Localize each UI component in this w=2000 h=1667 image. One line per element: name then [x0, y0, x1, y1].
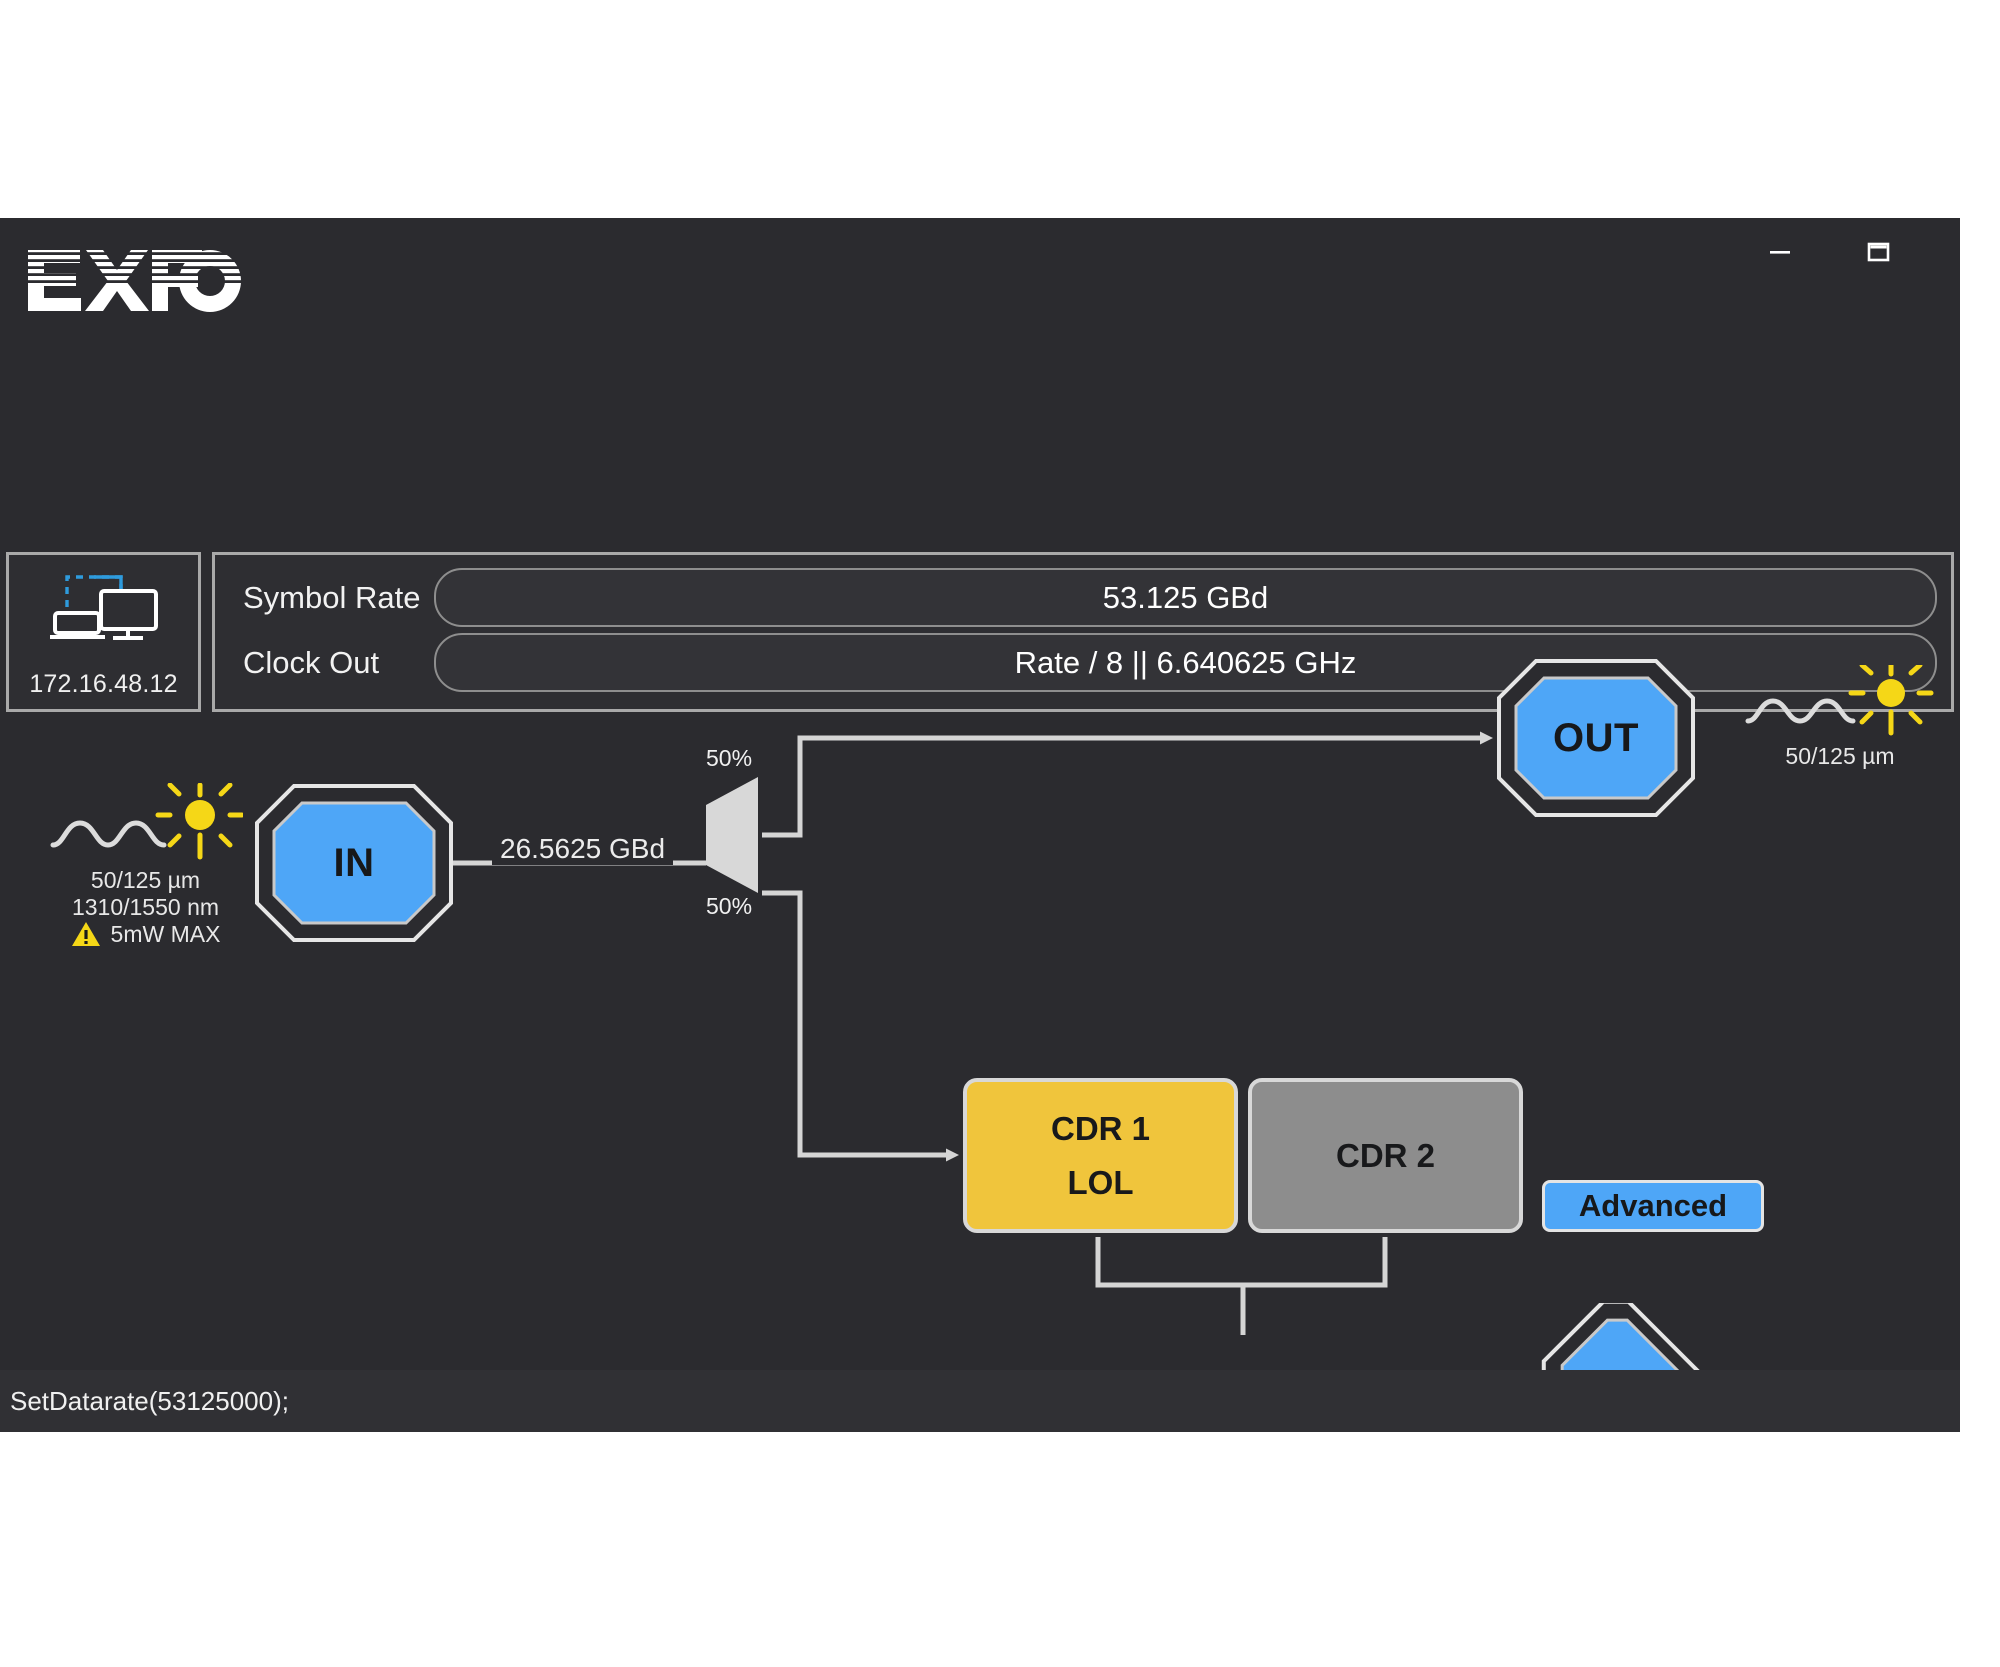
input-rate-label: 26.5625 GBd: [492, 833, 673, 865]
input-optical-icons: [48, 783, 243, 861]
maximize-button[interactable]: [1846, 224, 1910, 280]
wire-bus-to-clk: [1243, 1285, 1524, 1335]
signal-path-diagram: IN: [0, 715, 1960, 1335]
waveform-icon: [1748, 701, 1853, 721]
optical-light-icon: [1851, 665, 1931, 733]
clock-out-label: Clock Out: [229, 645, 434, 681]
input-port[interactable]: IN: [254, 783, 454, 943]
splitter-top-ratio: 50%: [706, 745, 752, 772]
symbol-rate-row: Symbol Rate 53.125 GBd: [229, 565, 1937, 630]
close-icon: [1959, 235, 1960, 269]
input-optical-annotation: 50/125 µm 1310/1550 nm 5mW MAX: [48, 783, 243, 948]
optical-splitter[interactable]: 50% 50%: [700, 775, 762, 900]
minimize-button[interactable]: [1748, 224, 1812, 280]
output-spec-core: 50/125 µm: [1745, 743, 1935, 770]
minimize-icon: [1763, 235, 1797, 269]
clock-out-field[interactable]: Rate / 8 || 6.640625 GHz: [434, 633, 1937, 692]
status-bar: SetDatarate(53125000);: [0, 1370, 1960, 1432]
input-spec-wavelength: 1310/1550 nm: [48, 894, 243, 921]
symbol-rate-field[interactable]: 53.125 GBd: [434, 568, 1937, 627]
output-port[interactable]: OUT: [1496, 658, 1696, 818]
wire-splitter-to-out: [762, 738, 1482, 835]
wire-cdr-bus: [1098, 1237, 1385, 1285]
cdr2-block[interactable]: CDR 2: [1248, 1078, 1523, 1233]
title-bar: [0, 218, 1960, 338]
device-connection-box[interactable]: 172.16.48.12: [6, 552, 201, 712]
waveform-icon: [53, 823, 164, 845]
cdr1-status: LOL: [1068, 1164, 1134, 1202]
output-port-label: OUT: [1496, 658, 1696, 818]
wire-splitter-to-cdr1: [762, 893, 948, 1155]
cdr1-block[interactable]: CDR 1 LOL: [963, 1078, 1238, 1233]
input-spec-core: 50/125 µm: [48, 867, 243, 894]
input-port-label: IN: [254, 783, 454, 943]
splitter-bottom-ratio: 50%: [706, 893, 752, 920]
maximize-icon: [1861, 235, 1895, 269]
connected-devices-icon: [45, 567, 163, 649]
exfo-logo: [26, 248, 246, 320]
input-power-warning: 5mW MAX: [48, 921, 243, 948]
output-optical-icons: [1745, 665, 1935, 737]
application-window: 172.16.48.12 Symbol Rate 53.125 GBd Cloc…: [0, 218, 1960, 1432]
device-ip-address: 172.16.48.12: [9, 670, 198, 699]
splitter-shape: [700, 775, 762, 895]
cdr2-title: CDR 2: [1336, 1137, 1435, 1175]
warning-triangle-icon: [71, 921, 101, 948]
output-optical-annotation: 50/125 µm: [1745, 665, 1935, 770]
input-power-warning-text: 5mW MAX: [111, 921, 221, 948]
symbol-rate-label: Symbol Rate: [229, 580, 434, 616]
cdr1-title: CDR 1: [1051, 1110, 1150, 1148]
close-button[interactable]: [1944, 224, 1960, 280]
optical-light-icon: [158, 785, 242, 857]
status-command-text: SetDatarate(53125000);: [0, 1386, 289, 1417]
advanced-button[interactable]: Advanced: [1542, 1180, 1764, 1232]
